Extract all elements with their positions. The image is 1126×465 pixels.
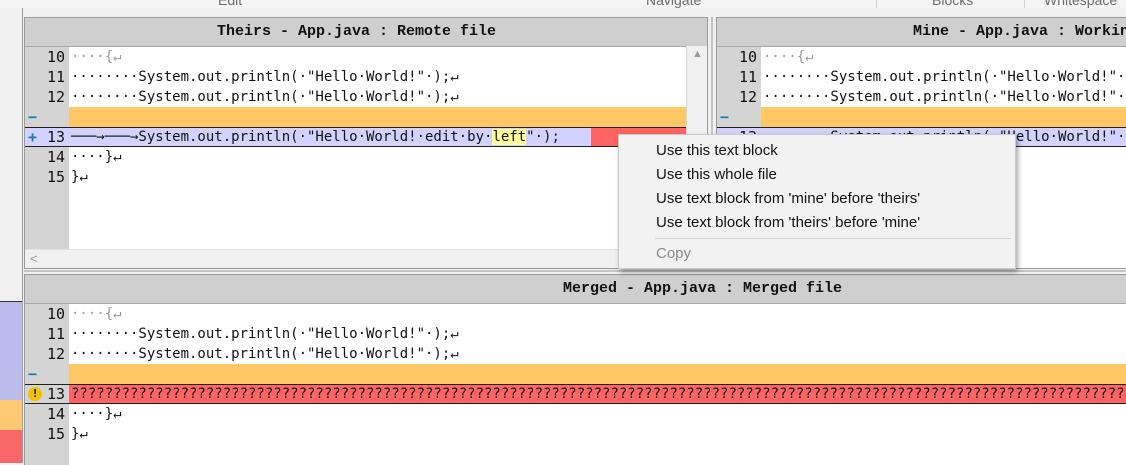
menu-item-copy[interactable]: Copy	[620, 242, 1014, 266]
menu-separator	[655, 238, 1011, 239]
merged-line-15[interactable]: 15 }↵	[25, 424, 1126, 444]
mine-line-10[interactable]: 10 ····{↵	[717, 47, 1126, 67]
theirs-removed-line[interactable]: −	[25, 107, 707, 127]
merged-line-13-conflict[interactable]: ! 13 ???????????????????????????????????…	[25, 384, 1126, 404]
word-diff-highlight: left	[492, 129, 527, 145]
theirs-pane-title: Theirs - App.java : Remote file	[25, 18, 707, 47]
removed-block-highlight	[69, 364, 1126, 384]
menu-item-theirs-before-mine[interactable]: Use text block from 'theirs' before 'min…	[620, 211, 1014, 235]
location-bar-red[interactable]	[0, 430, 22, 463]
code-text: ········System.out.println(·"Hello·World…	[763, 69, 1126, 85]
removed-block-highlight	[69, 107, 707, 127]
menu-item-mine-before-theirs[interactable]: Use text block from 'mine' before 'their…	[620, 187, 1014, 211]
left-divider	[22, 8, 23, 463]
merged-removed-line[interactable]: −	[25, 364, 1126, 384]
context-menu: Use this text block Use this whole file …	[618, 134, 1016, 269]
scroll-left-icon[interactable]: <	[30, 251, 38, 266]
code-text: ········System.out.println(·"Hello·World…	[71, 89, 459, 105]
ribbon-separator	[1024, 0, 1025, 8]
scroll-up-icon[interactable]: ▲	[692, 48, 703, 60]
ribbon-label-edit: Edit	[218, 0, 243, 8]
theirs-line-13[interactable]: + 13 ───→───→System.out.println(·"Hello·…	[25, 127, 707, 147]
ribbon-label-navigate: Navigate	[646, 0, 702, 8]
ribbon-label-blocks: Blocks	[932, 0, 974, 8]
merged-line-10[interactable]: 10 ····{↵	[25, 304, 1126, 324]
ribbon-separator	[876, 0, 877, 8]
theirs-line-15[interactable]: 15 }↵	[25, 167, 707, 187]
ribbon-label-whitespace: Whitespace	[1044, 0, 1118, 8]
merged-line-12[interactable]: 12 ········System.out.println(·"Hello·Wo…	[25, 344, 1126, 364]
mine-line-11[interactable]: 11 ········System.out.println(·"Hello·Wo…	[717, 67, 1126, 87]
removed-block-highlight	[761, 107, 1126, 127]
menu-item-use-this-text-block[interactable]: Use this text block	[620, 139, 1014, 163]
code-text: ········System.out.println(·"Hello·World…	[763, 89, 1126, 105]
removed-marker-icon: −	[28, 365, 38, 383]
merged-line-11[interactable]: 11 ········System.out.println(·"Hello·Wo…	[25, 324, 1126, 344]
ribbon-group-labels: Edit Navigate Blocks Whitespace	[0, 0, 1126, 8]
merged-pane-title: Merged - App.java : Merged file	[25, 275, 1126, 304]
code-text: ····{↵	[71, 49, 122, 65]
code-text: ········System.out.println(·"Hello·World…	[71, 326, 459, 342]
theirs-line-12[interactable]: 12 ········System.out.println(·"Hello·Wo…	[25, 87, 707, 107]
code-text: ········System.out.println(·"Hello·World…	[71, 69, 459, 85]
mine-line-12[interactable]: 12 ········System.out.println(·"Hello·Wo…	[717, 87, 1126, 107]
menu-item-use-this-whole-file[interactable]: Use this whole file	[620, 163, 1014, 187]
theirs-pane[interactable]: Theirs - App.java : Remote file 10 ····{…	[24, 17, 708, 269]
code-text: ????????????????????????????????????????…	[71, 386, 1126, 402]
pane-splitter-horizontal[interactable]	[24, 270, 1126, 272]
location-bar-orange[interactable]	[0, 400, 22, 430]
location-bar-current-line	[0, 301, 22, 302]
code-text: ····{↵	[71, 306, 122, 322]
mine-removed-line[interactable]: −	[717, 107, 1126, 127]
removed-marker-icon: −	[720, 108, 730, 126]
mine-pane-title: Mine - App.java : Working copy	[717, 18, 1126, 47]
merged-pane[interactable]: Merged - App.java : Merged file 10 ····{…	[24, 274, 1126, 465]
theirs-line-11[interactable]: 11 ········System.out.println(·"Hello·Wo…	[25, 67, 707, 87]
removed-marker-icon: −	[28, 108, 38, 126]
code-text: ····{↵	[763, 49, 814, 65]
code-text: ····}↵	[71, 406, 122, 422]
code-text: }↵	[71, 426, 88, 442]
code-text: ····}↵	[71, 149, 122, 165]
theirs-horizontal-scrollbar[interactable]: <	[25, 249, 687, 268]
code-text: }↵	[71, 169, 88, 185]
theirs-line-10[interactable]: 10 ····{↵	[25, 47, 707, 67]
merged-line-14[interactable]: 14 ····}↵	[25, 404, 1126, 424]
location-bar-blue[interactable]	[0, 302, 22, 400]
code-text: ········System.out.println(·"Hello·World…	[71, 346, 459, 362]
theirs-line-14[interactable]: 14 ····}↵	[25, 147, 707, 167]
